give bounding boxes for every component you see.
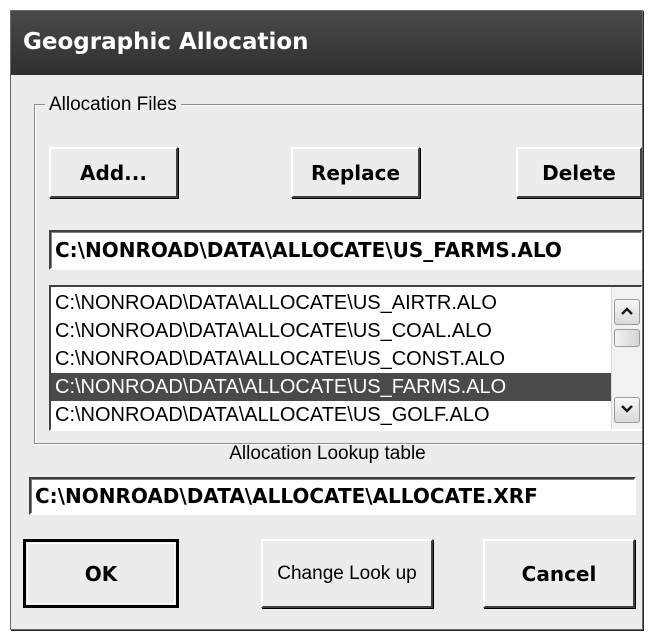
title-bar[interactable]: Geographic Allocation <box>11 11 642 75</box>
chevron-down-icon <box>620 401 634 419</box>
window-title: Geographic Allocation <box>23 29 309 55</box>
scroll-up-button[interactable] <box>614 299 640 325</box>
delete-button[interactable]: Delete <box>516 147 642 198</box>
list-item[interactable]: C:\NONROAD\DATA\ALLOCATE\US_GOLF.ALO <box>51 401 611 429</box>
list-item[interactable]: C:\NONROAD\DATA\ALLOCATE\US_AIRTR.ALO <box>51 289 611 317</box>
lookup-table-caption: Allocation Lookup table <box>229 443 426 464</box>
file-list-items: C:\NONROAD\DATA\ALLOCATE\US_AIRTR.ALO C:\… <box>51 289 611 429</box>
geographic-allocation-dialog: Geographic Allocation Allocation Files A… <box>10 10 643 630</box>
current-file-field[interactable]: C:\NONROAD\DATA\ALLOCATE\US_FARMS.ALO <box>49 230 642 270</box>
add-button[interactable]: Add... <box>49 147 178 198</box>
cancel-button[interactable]: Cancel <box>483 539 635 608</box>
allocation-files-group-label: Allocation Files <box>45 94 181 116</box>
ok-button[interactable]: OK <box>23 539 179 608</box>
lookup-table-field[interactable]: C:\NONROAD\DATA\ALLOCATE\ALLOCATE.XRF <box>29 477 636 515</box>
change-lookup-button[interactable]: Change Look up <box>261 539 433 608</box>
list-item[interactable]: C:\NONROAD\DATA\ALLOCATE\US_COAL.ALO <box>51 317 611 345</box>
chevron-up-icon <box>620 303 634 321</box>
replace-button[interactable]: Replace <box>291 147 420 198</box>
list-scrollbar[interactable] <box>611 287 641 429</box>
list-item[interactable]: C:\NONROAD\DATA\ALLOCATE\US_FARMS.ALO <box>51 373 611 401</box>
scroll-thumb[interactable] <box>614 329 640 347</box>
list-item[interactable]: C:\NONROAD\DATA\ALLOCATE\US_CONST.ALO <box>51 345 611 373</box>
scroll-down-button[interactable] <box>614 397 640 423</box>
allocation-files-list[interactable]: C:\NONROAD\DATA\ALLOCATE\US_AIRTR.ALO C:\… <box>49 285 642 431</box>
